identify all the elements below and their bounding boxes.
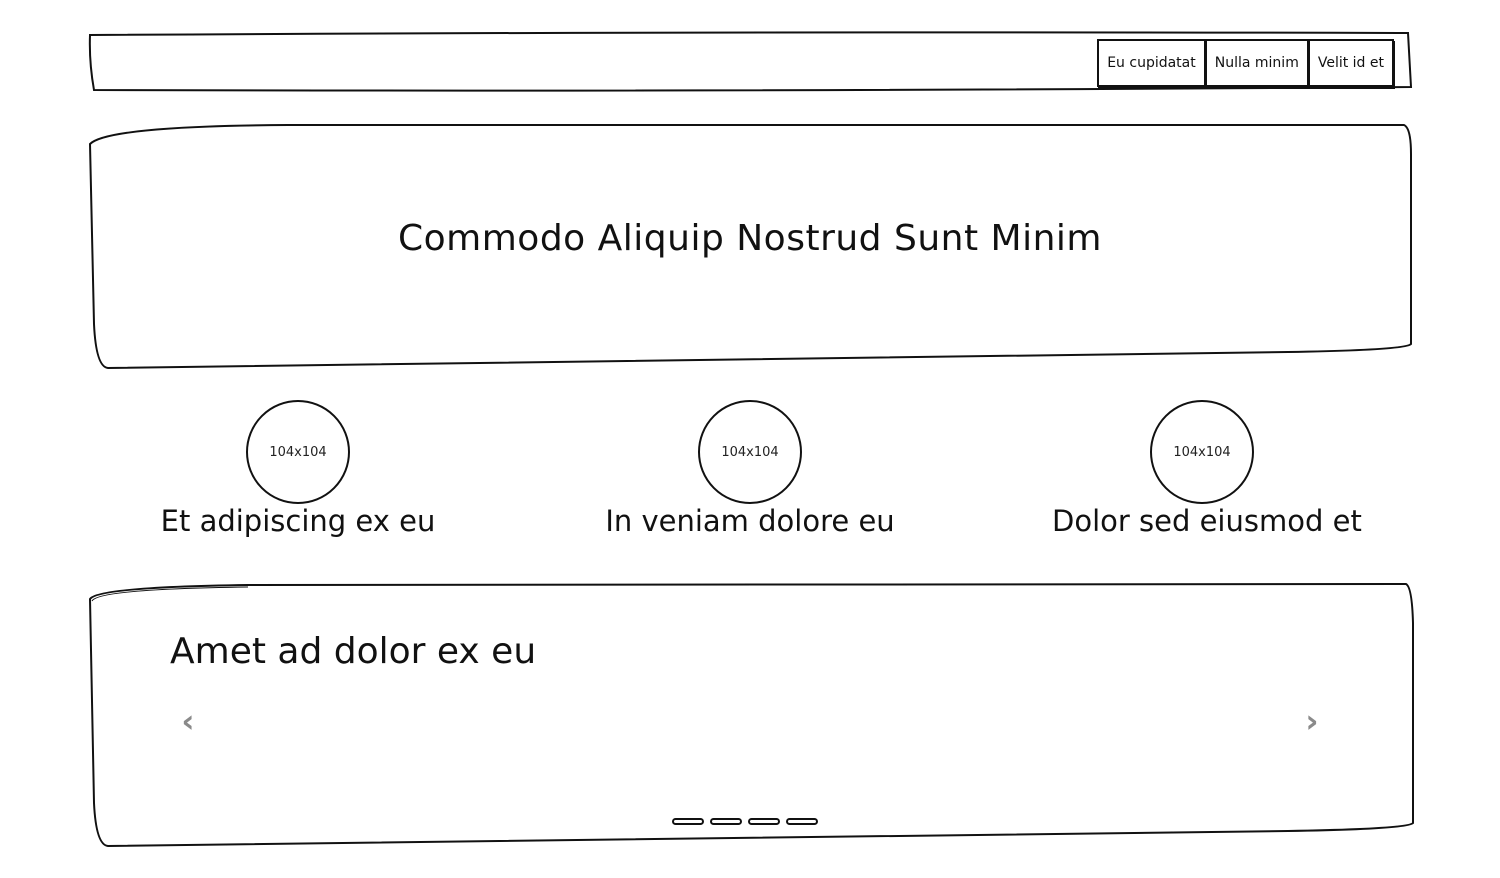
carousel-frame [88, 582, 1414, 848]
hero-banner: Commodo Aliquip Nostrud Sunt Minim [88, 124, 1412, 370]
feature-image-placeholder: 104x104 [246, 400, 350, 504]
carousel-indicator[interactable] [710, 818, 742, 825]
top-navbar: Eu cupidatat Nulla minim Velit id et [88, 31, 1413, 92]
nav-button-eu-cupidatat[interactable]: Eu cupidatat [1097, 39, 1206, 87]
carousel-title: Amet ad dolor ex eu [170, 631, 537, 672]
feature-card: 104x104 In veniam dolore eu [600, 400, 900, 550]
feature-card: 104x104 Et adipiscing ex eu [148, 400, 448, 550]
hero-title: Commodo Aliquip Nostrud Sunt Minim [398, 218, 1102, 259]
nav-button-group: Eu cupidatat Nulla minim Velit id et [1097, 39, 1394, 87]
carousel-indicator[interactable] [672, 818, 704, 825]
feature-card: 104x104 Dolor sed eiusmod et [1052, 400, 1362, 550]
carousel-indicators [672, 818, 818, 825]
feature-image-placeholder: 104x104 [1150, 400, 1254, 504]
carousel-indicator[interactable] [748, 818, 780, 825]
feature-caption: In veniam dolore eu [605, 504, 895, 538]
carousel: Amet ad dolor ex eu ‹ › [88, 582, 1414, 848]
carousel-indicator[interactable] [786, 818, 818, 825]
feature-image-placeholder: 104x104 [698, 400, 802, 504]
feature-caption: Et adipiscing ex eu [160, 504, 436, 538]
nav-button-nulla-minim[interactable]: Nulla minim [1204, 39, 1309, 87]
chevron-right-icon[interactable]: › [1300, 705, 1324, 737]
chevron-left-icon[interactable]: ‹ [176, 705, 200, 737]
nav-button-velit-id-et[interactable]: Velit id et [1307, 39, 1394, 87]
feature-caption: Dolor sed eiusmod et [1052, 504, 1362, 538]
